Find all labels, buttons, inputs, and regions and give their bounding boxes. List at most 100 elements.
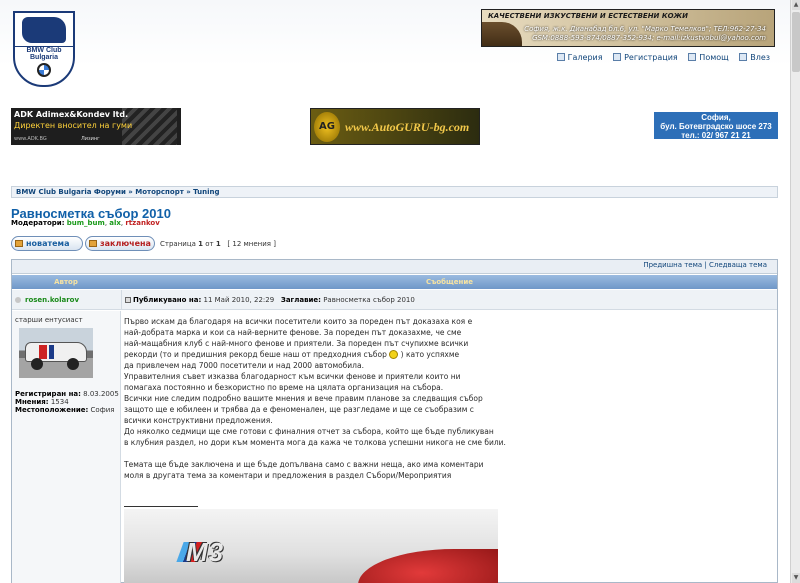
post-line (124, 448, 764, 459)
pager-of: от (205, 240, 214, 248)
post-line: рекорди (то и предишния рекорд беше наш … (124, 349, 764, 360)
leather-ad-banner[interactable]: КАЧЕСТВЕНИ ИЗКУСТВЕНИ И ЕСТЕСТВЕНИ КОЖИ … (481, 9, 775, 47)
author-rank: старши ентусиаст (15, 316, 83, 324)
adk-line2: Директен вносител на гуми (14, 121, 133, 130)
locked-label: заключена (100, 239, 151, 248)
pager-total: 1 (215, 240, 221, 248)
forum-page: BMW Club Bulgaria КАЧЕСТВЕНИ ИЗКУСТВЕНИ … (0, 0, 790, 583)
col-message: Съобщение (425, 278, 474, 286)
post-line: Всички ние следим подробно вашите мнения… (124, 394, 483, 403)
post-line: Първо искам да благодаря на всички посет… (124, 317, 473, 326)
bulgaria-map-icon (22, 17, 66, 43)
scroll-up-icon[interactable]: ▲ (792, 0, 800, 10)
post-line: най-мащабния клуб с най-много фенове и п… (124, 339, 469, 348)
adk-tyres-banner[interactable]: ADK Adimex&Kondev ltd. Директен вносител… (11, 108, 181, 145)
post-icon (125, 297, 131, 303)
nav-gallery-label: Галерия (567, 53, 603, 62)
post-author[interactable]: rosen.kolarov (15, 296, 79, 304)
breadcrumb-motorsport[interactable]: Моторспорт (135, 188, 184, 196)
breadcrumb-tuning[interactable]: Tuning (193, 188, 219, 196)
subject-label: Заглавие: (280, 296, 321, 304)
post-line-part: рекорди (то и предишния рекорд беше наш … (124, 350, 387, 359)
register-icon (613, 53, 622, 61)
nav-login-label: Влез (750, 53, 770, 62)
posted-date: 11 Май 2010, 22:29 (203, 296, 275, 304)
help-icon (688, 53, 697, 61)
moderators-label: Модератори: (11, 219, 65, 227)
col-author: Автор (54, 278, 78, 286)
prev-topic-link[interactable]: Предишна тема (643, 261, 702, 269)
autoguru-banner[interactable]: AG www.AutoGURU-bg.com (310, 108, 480, 145)
site-header: BMW Club Bulgaria КАЧЕСТВЕНИ ИЗКУСТВЕНИ … (0, 0, 790, 87)
table-header: Автор Съобщение (12, 275, 777, 289)
car-wheel (67, 358, 79, 370)
leather-seat-image (482, 22, 522, 46)
registered-date: 8.03.2005 (83, 390, 119, 398)
bmw-roundel-icon (37, 63, 51, 77)
scroll-thumb[interactable] (792, 12, 800, 72)
ad-top-line3: GSM:0888-593-874/0887-352-934; e-mail:iz… (532, 34, 766, 42)
registered-label: Регистриран на: (15, 390, 81, 398)
post-line: помагаха постоянно и безкористно по врем… (124, 383, 444, 392)
moderator-link[interactable]: alx (109, 219, 121, 227)
sofia-address-banner[interactable]: София, бул. Ботевградско шосе 273 тел.: … (654, 112, 778, 140)
scroll-down-icon[interactable]: ▼ (792, 573, 800, 583)
breadcrumb-sep: » (128, 188, 133, 196)
post-line: всички конструктивни предложения. (124, 416, 273, 425)
post-line: да привлечем над 7000 посетители и над 2… (124, 361, 364, 370)
nav-login-link[interactable]: Влез (739, 53, 770, 62)
adk-line4: Лизинг (81, 136, 100, 142)
post-line: Управителния съвет изказва благодарност … (124, 372, 461, 381)
new-topic-button[interactable]: новатема (11, 236, 83, 251)
post-line: най-добрата марка и кои са най-верните ф… (124, 328, 462, 337)
nav-register-label: Регистрация (624, 53, 678, 62)
next-topic-link[interactable]: Следваща тема (709, 261, 767, 269)
post-subject: Равносметка събор 2010 (323, 296, 415, 304)
login-icon (739, 53, 748, 61)
post-line: моля в другата тема за коментари и предл… (124, 471, 452, 480)
moderator-link[interactable]: rtzankov (125, 219, 159, 227)
post-line-part: ) като успяхме (400, 350, 460, 359)
logo-text-line1: BMW Club (15, 46, 73, 54)
new-topic-icon (15, 240, 23, 247)
logo-text-line2: Bulgaria (29, 54, 58, 61)
sofia-line3: тел.: 02/ 967 21 21 (681, 131, 751, 140)
topic-nav: Предишна тема | Следваща тема (643, 261, 767, 269)
post-author-name: rosen.kolarov (25, 296, 80, 304)
moderators-line: Модератори: bum_bum, alx, rtzankov (11, 219, 160, 227)
nav-help-link[interactable]: Помощ (688, 53, 729, 62)
posts-value: 1534 (50, 398, 69, 406)
lock-icon (89, 240, 97, 247)
car-wheel (31, 358, 43, 370)
author-info: Регистриран на: 8.03.2005 Мнения: 1534 М… (15, 390, 119, 414)
offline-status-icon (15, 297, 21, 303)
car-blue-stripe (49, 345, 54, 359)
sofia-line1: София, (701, 113, 731, 122)
gallery-icon (556, 53, 565, 61)
car-red-stripe (39, 345, 47, 359)
posted-label: Публикувано на: (133, 296, 202, 304)
smiley-icon (389, 350, 399, 359)
moderator-link[interactable]: bum_bum (67, 219, 105, 227)
avatar[interactable] (19, 328, 93, 378)
author-profile: старши ентусиаст Регистриран на: 8.03.20… (12, 311, 121, 583)
posts-label: Мнения: (15, 398, 49, 406)
locked-button[interactable]: заключена (85, 236, 155, 251)
post-line: Темата ще бъде заключена и ще бъде допъл… (124, 460, 484, 469)
red-car-body (358, 549, 498, 583)
location-label: Местоположение: (15, 406, 89, 414)
nav-register-link[interactable]: Регистрация (613, 53, 678, 62)
adk-line3: www.ADK.BG (14, 136, 47, 142)
m3-badge: M3 (186, 537, 225, 567)
pagination: Страница 1 от 1 [ 12 мнения ] (160, 240, 276, 248)
breadcrumb-forums[interactable]: BMW Club Bulgaria Форуми (16, 188, 126, 196)
pager-prefix: Страница (160, 240, 196, 248)
posts-count: [ 12 мнения ] (227, 240, 276, 248)
bmw-club-logo[interactable]: BMW Club Bulgaria (13, 11, 75, 87)
posts-table: Автор Съобщение rosen.kolarov Публикуван… (11, 259, 778, 583)
nav-help-label: Помощ (699, 53, 729, 62)
autoguru-url: www.AutoGURU-bg.com (345, 120, 470, 134)
nav-gallery-link[interactable]: Галерия (556, 53, 603, 62)
vertical-scrollbar[interactable]: ▲ ▼ (790, 0, 800, 583)
post-line: До няколко седмици ще сме готови с финал… (124, 427, 494, 436)
